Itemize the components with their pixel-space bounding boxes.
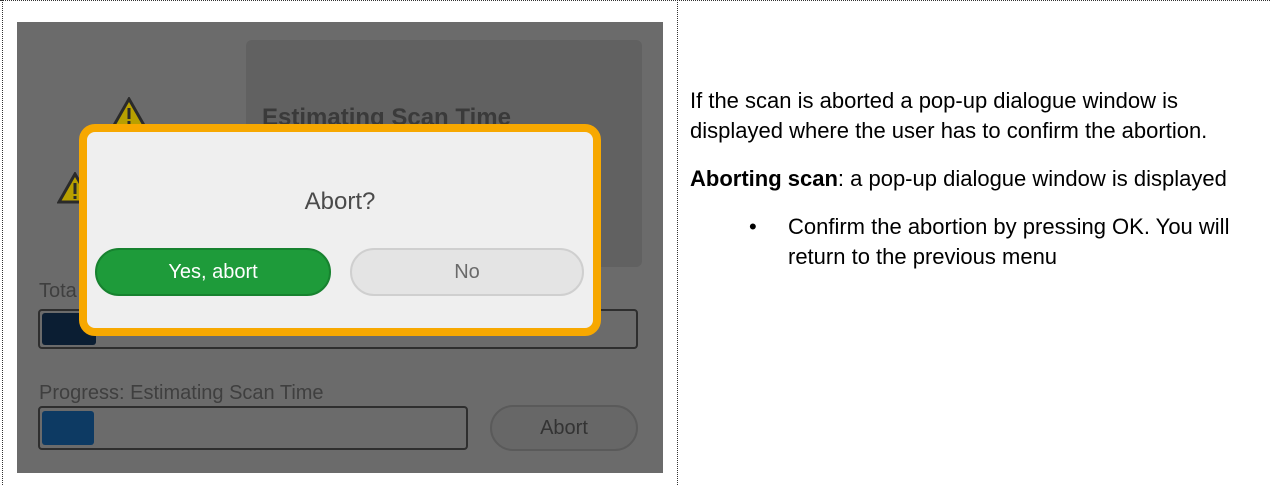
document-table: Estimating Scan Time Tota Progress: Esti… [0, 0, 1270, 485]
table-left-border [2, 0, 3, 485]
dialog-title: Abort? [304, 188, 376, 215]
abort-button[interactable]: Abort [490, 405, 638, 451]
table-top-border [0, 0, 1270, 1]
bullet-item: • Confirm the abortion by pressing OK. Y… [690, 212, 1260, 272]
aborting-scan-paragraph: Aborting scan: a pop-up dialogue window … [690, 164, 1260, 194]
scan-progress-bar [38, 406, 468, 450]
scan-progress-fill [42, 411, 94, 445]
bullet-text: Confirm the abortion by pressing OK. You… [788, 214, 1230, 269]
abort-dialog: Abort? Yes, abort No [79, 124, 601, 336]
aborting-scan-heading: Aborting scan [690, 166, 838, 191]
description-text: If the scan is aborted a pop-up dialogue… [690, 86, 1260, 272]
description-paragraph: If the scan is aborted a pop-up dialogue… [690, 88, 1208, 143]
progress-label: Progress: Estimating Scan Time [39, 382, 324, 404]
table-column-divider [677, 0, 678, 485]
bullet-icon: • [749, 214, 757, 239]
total-label: Tota [39, 280, 77, 302]
device-screenshot: Estimating Scan Time Tota Progress: Esti… [17, 22, 663, 473]
aborting-scan-text: : a pop-up dialogue window is displayed [837, 166, 1227, 191]
yes-abort-button[interactable]: Yes, abort [95, 248, 331, 296]
no-button[interactable]: No [350, 248, 584, 296]
